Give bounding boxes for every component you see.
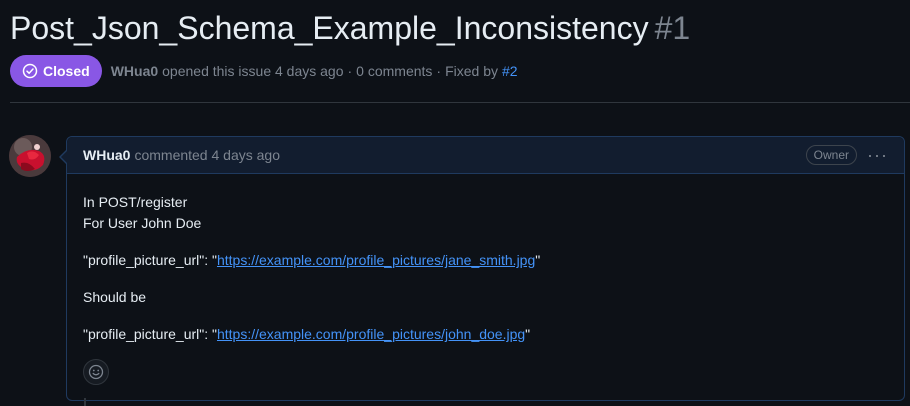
- fixed-by-text: Fixed by: [445, 63, 499, 79]
- url-link-wrong[interactable]: https://example.com/profile_pictures/jan…: [217, 252, 535, 268]
- comment-paragraph: Should be: [83, 287, 888, 308]
- issue-author-link[interactable]: WHua0: [111, 63, 158, 79]
- url-link-right[interactable]: https://example.com/profile_pictures/joh…: [217, 326, 525, 342]
- avatar[interactable]: [9, 135, 51, 177]
- comment-paragraph: "profile_picture_url": "https://example.…: [83, 324, 888, 345]
- add-reaction-button[interactable]: [83, 359, 109, 385]
- comment-header: WHua0 commented 4 days ago Owner ···: [67, 137, 904, 174]
- issue-title-row: Post_Json_Schema_Example_Inconsistency #1: [10, 6, 690, 50]
- timeline-line: [84, 398, 86, 406]
- comment-body: In POST/register For User John Doe "prof…: [67, 174, 904, 345]
- comment-line: In POST/register: [83, 194, 188, 210]
- comment-line: For User John Doe: [83, 215, 202, 231]
- issue-page: Post_Json_Schema_Example_Inconsistency #1…: [0, 0, 910, 406]
- field-suffix: ": [535, 252, 541, 268]
- separator: ·: [436, 63, 442, 79]
- field-suffix: ": [525, 326, 531, 342]
- header-divider: [10, 102, 910, 103]
- separator: ·: [347, 63, 353, 79]
- opened-text: opened this issue 4 days ago: [162, 63, 344, 79]
- status-label: Closed: [43, 63, 90, 79]
- avatar-image: [9, 135, 51, 177]
- should-be-text: Should be: [83, 289, 147, 305]
- status-badge: Closed: [10, 55, 102, 87]
- issue-number: #1: [654, 10, 691, 46]
- comment-timestamp[interactable]: commented 4 days ago: [134, 147, 280, 163]
- comments-count: 0 comments: [356, 63, 433, 79]
- issue-meta: Closed WHua0 opened this issue 4 days ag…: [10, 55, 518, 87]
- field-prefix: "profile_picture_url": ": [83, 252, 217, 268]
- comment-author-link[interactable]: WHua0: [83, 147, 130, 163]
- fixed-by-pr-link[interactable]: #2: [502, 63, 518, 79]
- comment-paragraph: "profile_picture_url": "https://example.…: [83, 250, 888, 271]
- issue-title: Post_Json_Schema_Example_Inconsistency: [10, 10, 649, 46]
- check-circle-icon: [22, 63, 38, 79]
- owner-badge: Owner: [805, 145, 858, 165]
- smiley-icon: [88, 364, 104, 380]
- comment-box: WHua0 commented 4 days ago Owner ··· In …: [59, 136, 905, 401]
- comment-paragraph: In POST/register For User John Doe: [83, 192, 888, 234]
- field-prefix: "profile_picture_url": ": [83, 326, 217, 342]
- more-options-button[interactable]: ···: [867, 146, 888, 164]
